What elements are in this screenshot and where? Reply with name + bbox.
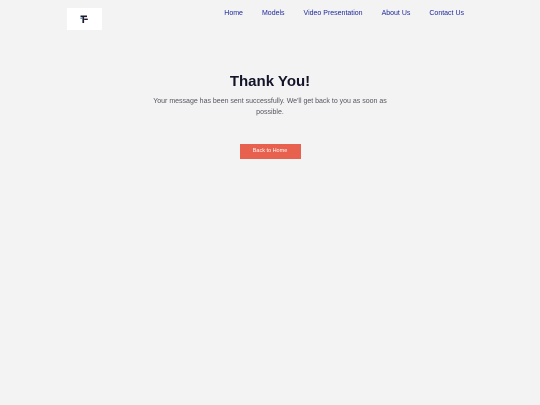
nav-video-presentation[interactable]: Video Presentation	[304, 7, 363, 21]
nav-home[interactable]: Home	[224, 7, 243, 21]
brand-logo-icon	[80, 15, 89, 24]
logo-link[interactable]	[67, 8, 102, 30]
nav-contact-us[interactable]: Contact Us	[429, 7, 464, 21]
nav-models[interactable]: Models	[262, 7, 285, 21]
back-to-home-button[interactable]: Back to Home	[239, 144, 301, 159]
main-nav: Home Models Video Presentation About Us …	[224, 7, 464, 21]
success-message: Your message has been sent successfully.…	[153, 98, 387, 116]
nav-about-us[interactable]: About Us	[382, 7, 411, 21]
page-title: Thank You!	[229, 73, 311, 90]
thank-you-section: Thank You! Your message has been sent su…	[0, 72, 540, 159]
page: Home Models Video Presentation About Us …	[0, 0, 540, 405]
